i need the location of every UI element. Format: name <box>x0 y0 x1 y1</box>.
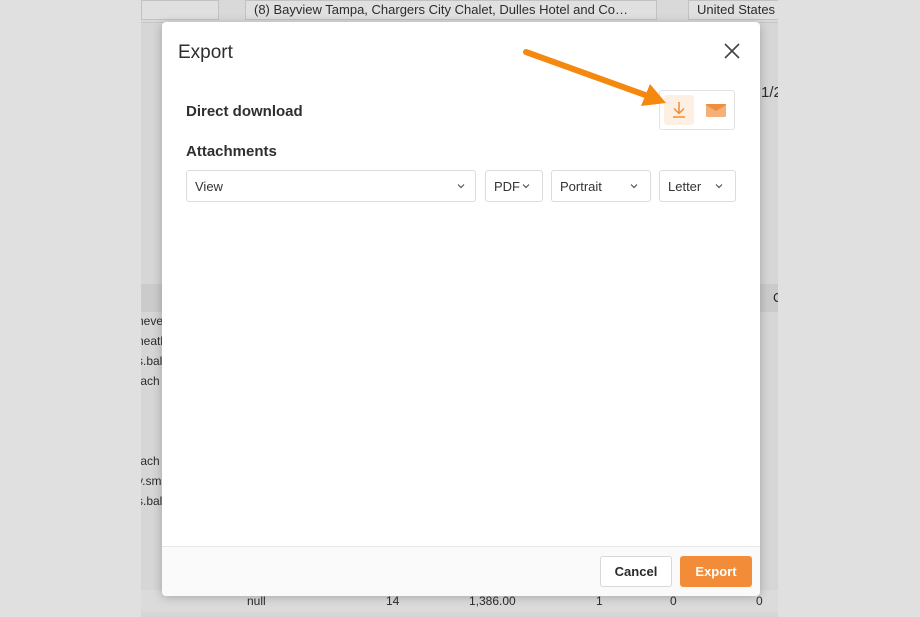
view-select-value: View <box>195 179 223 194</box>
chevron-down-icon <box>522 184 530 189</box>
orientation-select-value: Portrait <box>560 179 602 194</box>
download-icon <box>673 102 685 118</box>
export-dialog: Export Direct download Attachments View … <box>162 22 760 596</box>
dialog-footer: Cancel Export <box>162 546 760 596</box>
format-select-value: PDF <box>494 179 520 194</box>
email-button[interactable] <box>701 95 731 125</box>
email-icon <box>706 104 726 117</box>
format-select[interactable]: PDF <box>485 170 543 202</box>
export-button[interactable]: Export <box>680 556 752 587</box>
view-select[interactable]: View <box>186 170 476 202</box>
chevron-down-icon <box>457 184 465 189</box>
attachments-label: Attachments <box>186 143 277 160</box>
chevron-down-icon <box>630 184 638 189</box>
cancel-button[interactable]: Cancel <box>600 556 672 587</box>
direct-download-label: Direct download <box>186 103 303 120</box>
close-icon <box>724 43 740 59</box>
dialog-title: Export <box>178 42 233 63</box>
close-button[interactable] <box>722 41 742 61</box>
orientation-select[interactable]: Portrait <box>551 170 651 202</box>
download-options <box>659 90 735 130</box>
paper-size-select-value: Letter <box>668 179 702 194</box>
paper-size-select[interactable]: Letter <box>659 170 736 202</box>
chevron-down-icon <box>715 184 723 189</box>
download-button[interactable] <box>664 95 694 125</box>
